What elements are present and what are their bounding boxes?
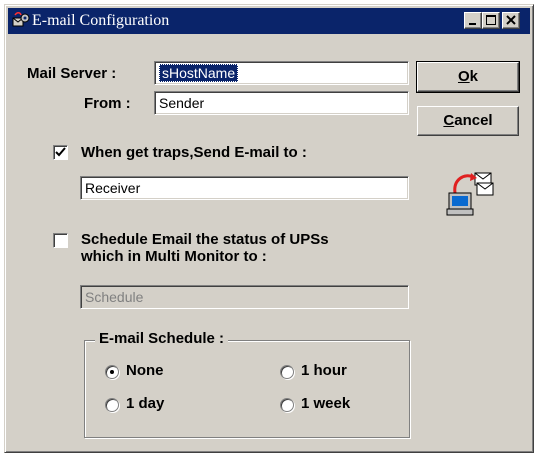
from-value: Sender (159, 95, 205, 111)
close-button[interactable] (502, 12, 520, 29)
radio-1-hour-label: 1 hour (301, 362, 347, 379)
email-schedule-title: E-mail Schedule : (95, 330, 229, 347)
radio-1-week-label: 1 week (301, 395, 351, 412)
radio-1-day-label: 1 day (126, 395, 165, 412)
traps-label: When get traps,Send E-mail to : (81, 144, 307, 161)
radio-selected-dot (110, 370, 114, 374)
schedule-input[interactable]: Schedule (80, 285, 409, 309)
email-schedule-group (84, 340, 410, 438)
radio-none[interactable] (105, 365, 119, 379)
radio-1-day[interactable] (105, 398, 119, 412)
email-config-icon (12, 12, 30, 27)
maximize-button[interactable] (482, 12, 500, 29)
ok-label: k (469, 68, 478, 85)
mail-server-value: sHostName (159, 64, 239, 82)
ok-button[interactable]: Ok (416, 61, 520, 93)
email-configuration-window: E-mail Configuration Mail Server : sHost… (4, 4, 534, 453)
cancel-label: ancel (454, 112, 493, 129)
cancel-button[interactable]: Cancel (417, 106, 519, 136)
minimize-button[interactable] (464, 12, 482, 29)
radio-1-week[interactable] (280, 398, 294, 412)
schedule-label-line1: Schedule Email the status of UPSs (81, 231, 329, 248)
receiver-value: Receiver (85, 180, 141, 196)
from-input[interactable]: Sender (154, 91, 409, 115)
minimize-icon (469, 23, 476, 25)
checkmark-icon (55, 147, 66, 157)
mail-server-input[interactable]: sHostName (154, 61, 409, 85)
schedule-placeholder: Schedule (85, 289, 144, 305)
title-bar[interactable]: E-mail Configuration (8, 8, 530, 34)
receiver-input[interactable]: Receiver (80, 176, 409, 200)
computer-mail-icon (446, 172, 494, 216)
from-label: From : (84, 95, 131, 112)
schedule-checkbox[interactable] (53, 233, 68, 248)
schedule-label-line2: which in Multi Monitor to : (81, 248, 267, 265)
radio-none-label: None (126, 362, 164, 379)
window-title: E-mail Configuration (32, 12, 170, 29)
maximize-icon (486, 15, 496, 25)
mail-server-label: Mail Server : (27, 65, 117, 82)
cancel-accel: C (443, 112, 455, 129)
close-icon (506, 15, 516, 25)
ok-accel: O (457, 68, 470, 85)
traps-checkbox[interactable] (53, 145, 68, 160)
radio-1-hour[interactable] (280, 365, 294, 379)
